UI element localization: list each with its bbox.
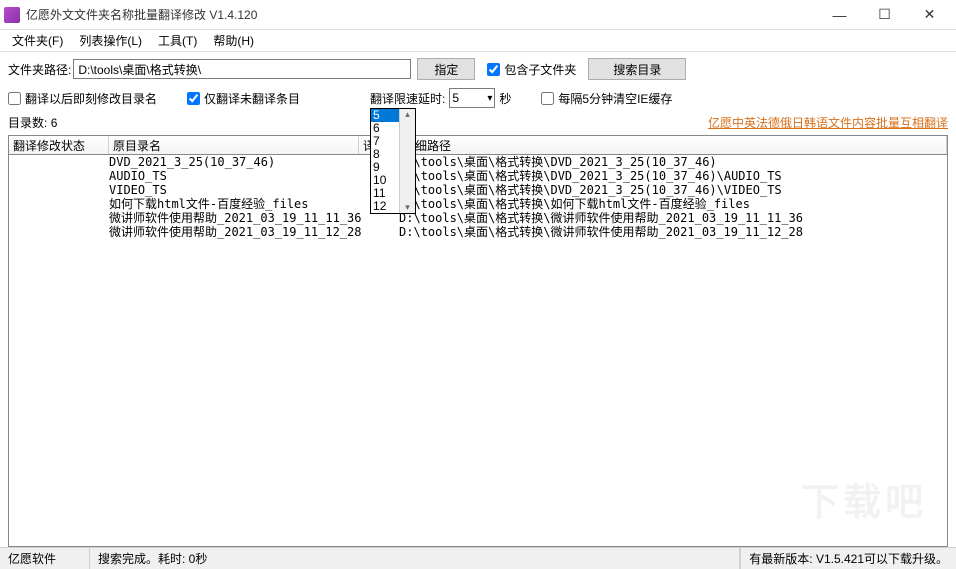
table-row[interactable]: 微讲师软件使用帮助_2021_03_19_11_12_28 D:\tools\桌面…	[9, 225, 947, 239]
cell-status	[9, 225, 109, 239]
cell-orig: 微讲师软件使用帮助_2021_03_19_11_12_28	[109, 225, 359, 239]
delay-unit: 秒	[499, 90, 511, 107]
search-dir-button[interactable]: 搜索目录	[588, 58, 686, 80]
app-icon	[4, 7, 20, 23]
dropdown-arrow-icon: ▾	[487, 93, 492, 104]
dropdown-scrollbar[interactable]: ▴ ▾	[399, 109, 415, 213]
table-row[interactable]: 微讲师软件使用帮助_2021_03_19_11_11_36 D:\tools\桌面…	[9, 211, 947, 225]
col-status[interactable]: 翻译修改状态	[9, 136, 109, 154]
cell-trans	[359, 225, 399, 239]
maximize-button[interactable]: ☐	[862, 1, 907, 29]
path-input[interactable]	[73, 59, 411, 79]
cell-orig: 如何下载html文件-百度经验_files	[109, 197, 359, 211]
delay-option[interactable]: 12	[371, 200, 399, 213]
promo-link[interactable]: 亿愿中英法德俄日韩语文件内容批量互相翻译	[708, 114, 948, 131]
clear-ie-label: 每隔5分钟清空IE缓存	[558, 90, 672, 107]
menu-help[interactable]: 帮助(H)	[205, 30, 262, 51]
delay-label: 翻译限速延时:	[370, 90, 445, 107]
table-row[interactable]: VIDEO_TS D:\tools\桌面\格式转换\DVD_2021_3_25(1…	[9, 183, 947, 197]
only-untranslated-checkbox[interactable]	[187, 92, 200, 105]
status-mid: 搜索完成。耗时: 0秒	[90, 548, 740, 569]
menu-folder[interactable]: 文件夹(F)	[4, 30, 71, 51]
delay-dropdown: 56789101112 ▴ ▾	[370, 108, 416, 214]
scroll-up-icon[interactable]: ▴	[405, 109, 410, 120]
menu-list-ops[interactable]: 列表操作(L)	[71, 30, 150, 51]
cell-status	[9, 169, 109, 183]
include-subfolders-checkbox[interactable]	[487, 63, 500, 76]
col-orig[interactable]: 原目录名	[109, 136, 359, 154]
immediate-modify-label: 翻译以后即刻修改目录名	[25, 90, 157, 107]
table-row[interactable]: 如何下载html文件-百度经验_files D:\tools\桌面\格式转换\如何…	[9, 197, 947, 211]
delay-value: 5	[452, 91, 459, 105]
cell-status	[9, 183, 109, 197]
status-left: 亿愿软件	[0, 548, 90, 569]
immediate-modify-checkbox[interactable]	[8, 92, 21, 105]
cell-orig: 微讲师软件使用帮助_2021_03_19_11_11_36	[109, 211, 359, 225]
list-body[interactable]: DVD_2021_3_25(10_37_46) D:\tools\桌面\格式转换\…	[8, 155, 948, 547]
cell-orig: VIDEO_TS	[109, 183, 359, 197]
table-row[interactable]: DVD_2021_3_25(10_37_46) D:\tools\桌面\格式转换\…	[9, 155, 947, 169]
path-toolbar: 文件夹路径: 指定 包含子文件夹 搜索目录	[0, 52, 956, 84]
cell-status	[9, 197, 109, 211]
col-detail[interactable]: 详细路径	[399, 136, 947, 154]
minimize-button[interactable]: —	[817, 1, 862, 29]
menu-tools[interactable]: 工具(T)	[150, 30, 205, 51]
path-label: 文件夹路径:	[8, 61, 71, 78]
cell-detail: D:\tools\桌面\格式转换\如何下载html文件-百度经验_files	[399, 197, 947, 211]
count-row: 目录数: 6 亿愿中英法德俄日韩语文件内容批量互相翻译	[0, 112, 956, 135]
cell-detail: D:\tools\桌面\格式转换\DVD_2021_3_25(10_37_46)…	[399, 183, 947, 197]
cell-detail: D:\tools\桌面\格式转换\微讲师软件使用帮助_2021_03_19_11…	[399, 211, 947, 225]
options-row: 翻译以后即刻修改目录名 仅翻译未翻译条目 翻译限速延时: 5 ▾ 秒 56789…	[0, 84, 956, 112]
cell-detail: D:\tools\桌面\格式转换\DVD_2021_3_25(10_37_46)	[399, 155, 947, 169]
status-right: 有最新版本: V1.5.421可以下载升级。	[740, 548, 956, 569]
scroll-down-icon[interactable]: ▾	[405, 202, 410, 213]
cell-orig: DVD_2021_3_25(10_37_46)	[109, 155, 359, 169]
clear-ie-checkbox[interactable]	[541, 92, 554, 105]
table-row[interactable]: AUDIO_TS D:\tools\桌面\格式转换\DVD_2021_3_25(1…	[9, 169, 947, 183]
menu-bar: 文件夹(F) 列表操作(L) 工具(T) 帮助(H)	[0, 30, 956, 52]
include-subfolders-label: 包含子文件夹	[504, 61, 576, 78]
cell-status	[9, 211, 109, 225]
cell-orig: AUDIO_TS	[109, 169, 359, 183]
list-header: 翻译修改状态 原目录名 译文 详细路径	[8, 135, 948, 155]
only-untranslated-label: 仅翻译未翻译条目	[204, 90, 300, 107]
delay-select[interactable]: 5 ▾	[449, 88, 495, 108]
count-label: 目录数:	[8, 116, 47, 130]
title-bar: 亿愿外文文件夹名称批量翻译修改 V1.4.120 — ☐ ✕	[0, 0, 956, 30]
count-value: 6	[51, 116, 58, 130]
cell-detail: D:\tools\桌面\格式转换\微讲师软件使用帮助_2021_03_19_11…	[399, 225, 947, 239]
watermark: 下载吧	[801, 471, 927, 526]
status-bar: 亿愿软件 搜索完成。耗时: 0秒 有最新版本: V1.5.421可以下载升级。	[0, 547, 956, 569]
cell-status	[9, 155, 109, 169]
close-button[interactable]: ✕	[907, 1, 952, 29]
assign-button[interactable]: 指定	[417, 58, 475, 80]
window-title: 亿愿外文文件夹名称批量翻译修改 V1.4.120	[26, 6, 817, 23]
cell-detail: D:\tools\桌面\格式转换\DVD_2021_3_25(10_37_46)…	[399, 169, 947, 183]
